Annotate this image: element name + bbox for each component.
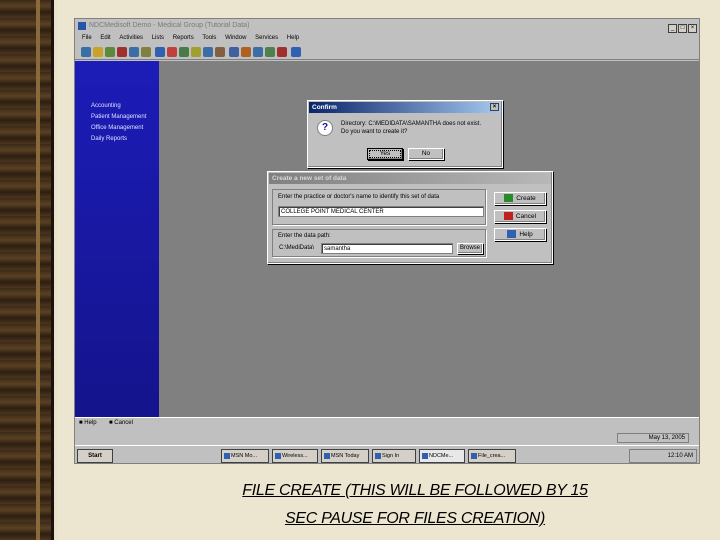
checkmark-icon [504,194,514,203]
task-wireless[interactable]: Wireless... [272,449,318,463]
caption-line-1: FILE CREATE (THIS WILL BE FOLLOWED BY 15 [242,482,588,499]
yes-button[interactable]: Yes [367,148,403,160]
toolbar-icon-13[interactable] [229,47,239,57]
status-help-button[interactable]: ■ Help [79,420,97,426]
sidebar-item-daily-reports[interactable]: Daily Reports [91,136,127,142]
date-display: May 13, 2005 [617,433,689,443]
help-button[interactable]: Help [494,228,546,241]
menu-window[interactable]: Window [225,35,246,41]
help-book-icon [507,230,517,239]
task-msn-today[interactable]: MSN Today [321,449,369,463]
minimize-button[interactable]: _ [668,24,677,33]
toolbar-icon-8[interactable] [167,47,177,57]
menu-file[interactable]: File [82,35,92,41]
task-file-crea[interactable]: File_crea... [468,449,516,463]
system-tray-clock: 12:10 AM [629,449,697,463]
close-button[interactable]: × [688,24,697,33]
create-button[interactable]: Create [494,192,546,205]
toolbar-icon-5[interactable] [129,47,139,57]
toolbar-icon-7[interactable] [155,47,165,57]
create-data-dialog: Create a new set of data Enter the pract… [267,171,553,264]
maximize-button[interactable]: □ [678,24,687,33]
window-title: NDCMedisoft Demo - Medical Group (Tutori… [89,22,250,29]
toolbar [75,44,699,60]
create-button-label: Create [516,195,536,202]
app-icon [78,22,86,30]
toolbar-icon-11[interactable] [203,47,213,57]
data-path-group: Enter the data path: C:\MediData\ samant… [272,229,486,257]
confirm-close-icon[interactable]: × [490,103,499,111]
window-titlebar: NDCMedisoft Demo - Medical Group (Tutori… [75,19,699,33]
cancel-button-label: Cancel [515,213,537,220]
menu-edit[interactable]: Edit [100,35,110,41]
status-help-label: Help [84,420,97,426]
help-button-label: Help [519,231,533,238]
date-bar: May 13, 2005 [75,431,699,445]
toolbar-icon-9[interactable] [179,47,189,57]
menu-reports[interactable]: Reports [173,35,194,41]
task-msn-mo[interactable]: MSN Mo... [221,449,269,463]
cancel-x-icon [503,212,513,221]
confirm-dialog-title: Confirm × [309,102,501,113]
confirm-message-line2: Do you want to create it? [341,129,408,135]
toolbar-icon-14[interactable] [241,47,251,57]
toolbar-icon-17[interactable] [277,47,287,57]
toolbar-icon-2[interactable] [93,47,103,57]
confirm-dialog-title-text: Confirm [312,104,337,111]
menu-activities[interactable]: Activities [119,35,143,41]
menu-services[interactable]: Services [255,35,278,41]
data-path-input[interactable]: samantha [321,243,453,254]
browse-button[interactable]: Browse [457,243,483,254]
status-cancel-label: Cancel [114,420,133,426]
toolbar-icon-1[interactable] [81,47,91,57]
toolbar-icon-16[interactable] [265,47,275,57]
toolbar-icon-12[interactable] [215,47,225,57]
menu-tools[interactable]: Tools [202,35,216,41]
menu-bar: File Edit Activities Lists Reports Tools… [75,33,699,44]
sidebar-item-accounting[interactable]: Accounting [91,103,121,109]
toolbar-icon-18[interactable] [291,47,301,57]
status-bar: ■ Help ■ Cancel [75,417,699,431]
cancel-button[interactable]: Cancel [494,210,546,223]
application-screenshot: NDCMedisoft Demo - Medical Group (Tutori… [74,18,700,464]
caption-line-2: SEC PAUSE FOR FILES CREATION) [284,510,546,527]
task-ndcme[interactable]: NDCMe... [419,449,465,463]
data-path-prefix: C:\MediData\ [279,245,315,251]
toolbar-icon-10[interactable] [191,47,201,57]
create-dialog-title: Create a new set of data [269,173,551,184]
confirm-message-line1: Directory: C:\MEDIDATA\SAMANTHA does not… [341,121,482,127]
menu-help[interactable]: Help [287,35,299,41]
practice-name-label: Enter the practice or doctor's name to i… [278,194,440,200]
slide-border [0,0,54,540]
toolbar-icon-6[interactable] [141,47,151,57]
data-path-label: Enter the data path: [278,233,331,239]
sidebar-item-office-management[interactable]: Office Management [91,125,143,131]
practice-name-input[interactable]: COLLEGE POINT MEDICAL CENTER [278,206,484,217]
toolbar-icon-15[interactable] [253,47,263,57]
toolbar-icon-4[interactable] [117,47,127,57]
sidebar: Accounting Patient Management Office Man… [75,61,159,417]
status-cancel-button[interactable]: ■ Cancel [109,420,133,426]
question-icon: ? [317,120,333,136]
sidebar-item-patient-management[interactable]: Patient Management [91,114,146,120]
toolbar-icon-3[interactable] [105,47,115,57]
confirm-dialog: Confirm × ? Directory: C:\MEDIDATA\SAMAN… [307,100,503,168]
taskbar: Start MSN Mo... Wireless... MSN Today Si… [75,445,699,463]
menu-lists[interactable]: Lists [152,35,164,41]
practice-name-group: Enter the practice or doctor's name to i… [272,189,486,225]
no-button[interactable]: No [408,148,444,160]
task-sign-in[interactable]: Sign In [372,449,416,463]
start-button[interactable]: Start [77,449,113,463]
